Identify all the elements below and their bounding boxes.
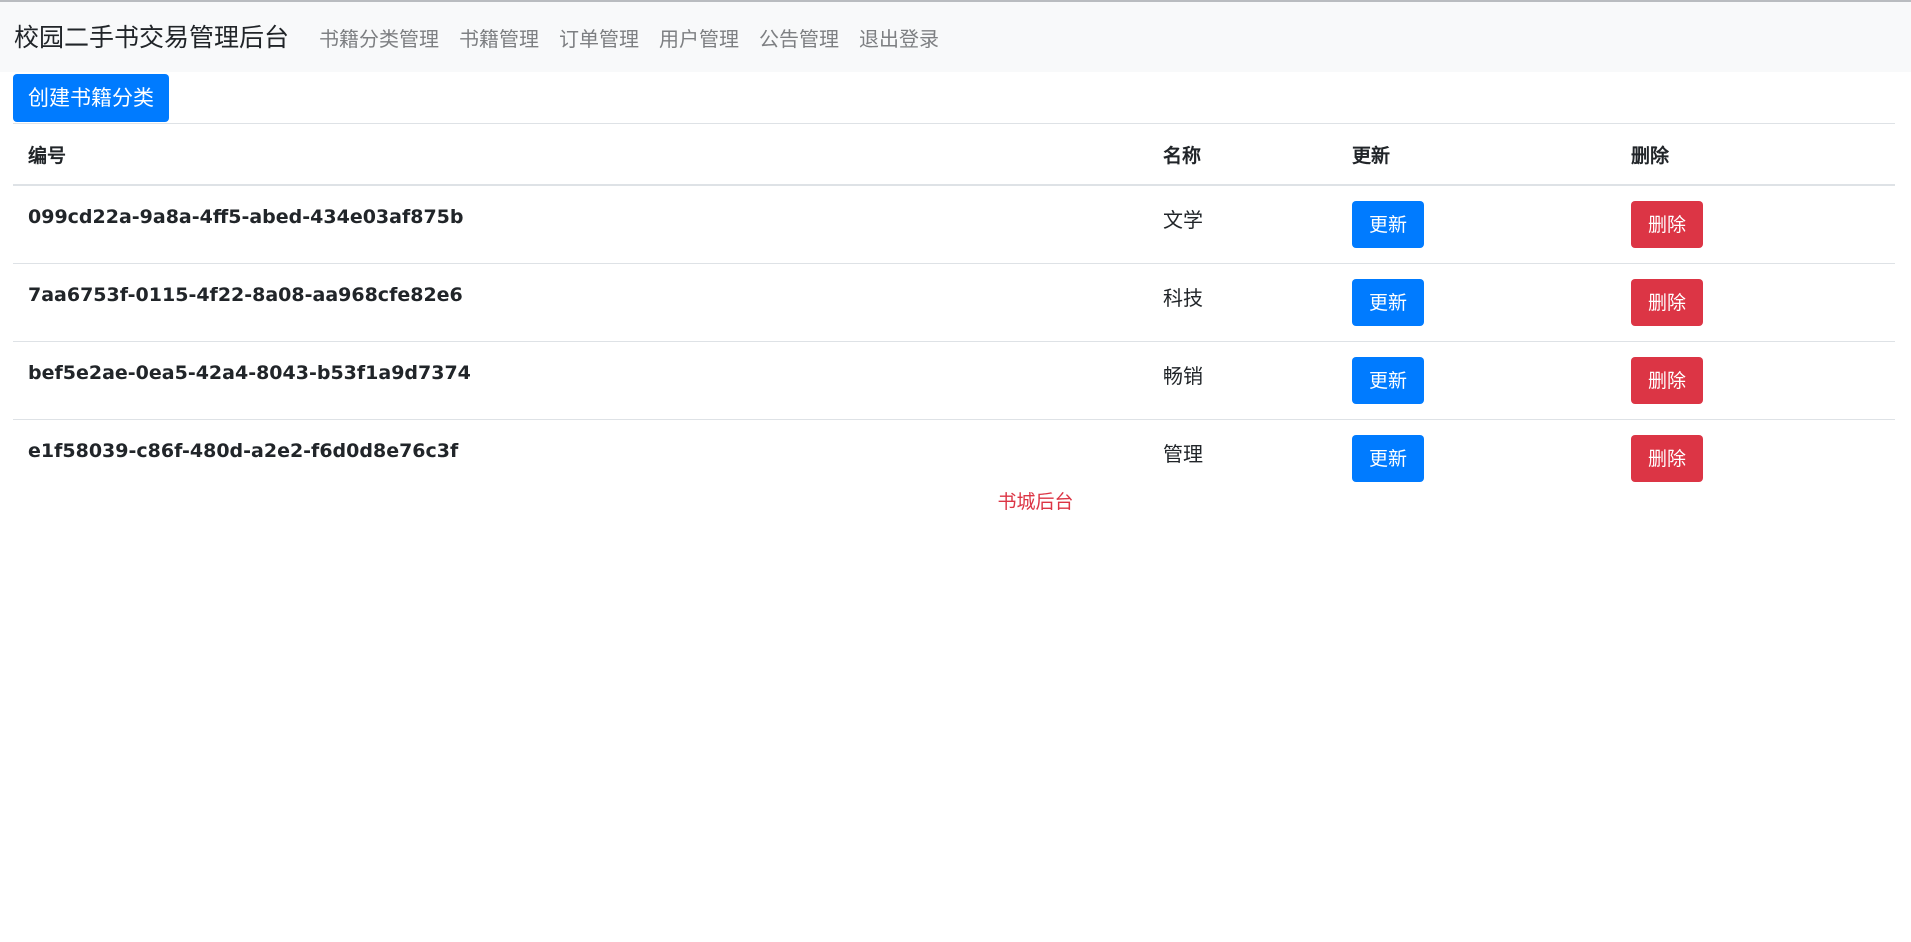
create-category-button[interactable]: 创建书籍分类 [13, 74, 169, 122]
toolbar: 创建书籍分类 [13, 74, 1911, 122]
delete-button[interactable]: 删除 [1631, 278, 1703, 326]
update-button[interactable]: 更新 [1352, 278, 1424, 326]
nav-link-announcements[interactable]: 公告管理 [759, 23, 839, 52]
header-name: 名称 [1148, 124, 1337, 186]
table-header-row: 编号 名称 更新 删除 [13, 124, 1895, 186]
nav-link-books[interactable]: 书籍管理 [459, 23, 539, 52]
table-row: 099cd22a-9a8a-4ff5-abed-434e03af875b 文学 … [13, 185, 1895, 264]
navbar: 校园二手书交易管理后台 书籍分类管理 书籍管理 订单管理 用户管理 公告管理 退… [0, 2, 1911, 72]
category-id: bef5e2ae-0ea5-42a4-8043-b53f1a9d7374 [13, 341, 1148, 420]
update-button[interactable]: 更新 [1352, 201, 1424, 248]
category-name: 科技 [1148, 263, 1337, 342]
update-button[interactable]: 更新 [1352, 434, 1424, 482]
category-table-container: 编号 名称 更新 删除 099cd22a-9a8a-4ff5-abed-434e… [13, 123, 1895, 497]
update-button[interactable]: 更新 [1352, 356, 1424, 404]
delete-button[interactable]: 删除 [1631, 201, 1703, 248]
header-update: 更新 [1337, 124, 1616, 186]
category-id: 099cd22a-9a8a-4ff5-abed-434e03af875b [13, 185, 1148, 264]
category-id: e1f58039-c86f-480d-a2e2-f6d0d8e76c3f [28, 439, 459, 462]
category-table: 编号 名称 更新 删除 099cd22a-9a8a-4ff5-abed-434e… [13, 124, 1895, 497]
delete-button[interactable]: 删除 [1631, 356, 1703, 404]
category-name: 文学 [1148, 185, 1337, 264]
header-delete: 删除 [1616, 124, 1895, 186]
header-id: 编号 [13, 124, 1148, 186]
brand-title[interactable]: 校园二手书交易管理后台 [14, 25, 289, 50]
table-row: e1f58039-c86f-480d-a2e2-f6d0d8e76c3f 管理 … [13, 419, 1895, 497]
nav-link-orders[interactable]: 订单管理 [559, 23, 639, 52]
nav-link-logout[interactable]: 退出登录 [859, 23, 939, 52]
category-name: 畅销 [1148, 341, 1337, 420]
category-name: 管理 [1163, 441, 1203, 466]
table-row: bef5e2ae-0ea5-42a4-8043-b53f1a9d7374 畅销 … [13, 341, 1895, 420]
nav-link-users[interactable]: 用户管理 [659, 23, 739, 52]
footer-text: 书城后台 [997, 491, 1074, 513]
table-row: 7aa6753f-0115-4f22-8a08-aa968cfe82e6 科技 … [13, 263, 1895, 342]
delete-button[interactable]: 删除 [1631, 434, 1703, 482]
category-id: 7aa6753f-0115-4f22-8a08-aa968cfe82e6 [13, 263, 1148, 342]
nav-link-category[interactable]: 书籍分类管理 [319, 23, 439, 52]
